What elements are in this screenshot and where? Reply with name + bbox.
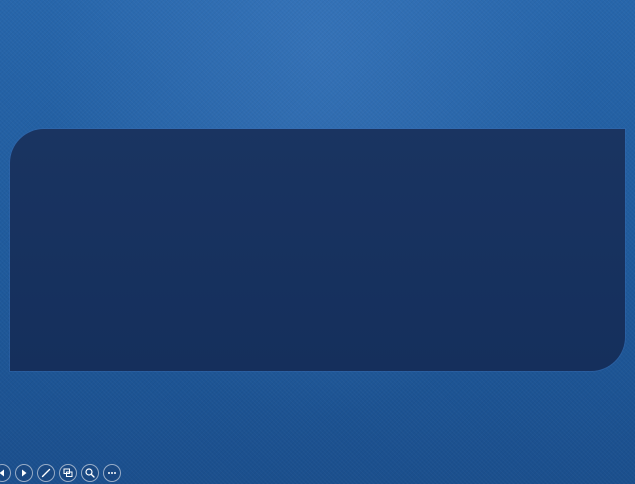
previous-slide-button[interactable]	[0, 464, 11, 482]
previous-icon	[0, 469, 4, 477]
see-all-slides-button[interactable]	[59, 464, 77, 482]
zoom-icon	[85, 468, 95, 478]
pen-icon	[41, 468, 51, 478]
slideshow-toolbar	[0, 463, 121, 483]
see-all-slides-icon	[63, 468, 73, 477]
more-options-icon	[108, 472, 116, 474]
slide-canvas	[0, 0, 635, 484]
next-slide-button[interactable]	[15, 464, 33, 482]
pen-tool-button[interactable]	[37, 464, 55, 482]
more-options-button[interactable]	[103, 464, 121, 482]
zoom-button[interactable]	[81, 464, 99, 482]
content-panel	[10, 129, 625, 371]
next-icon	[22, 469, 27, 477]
